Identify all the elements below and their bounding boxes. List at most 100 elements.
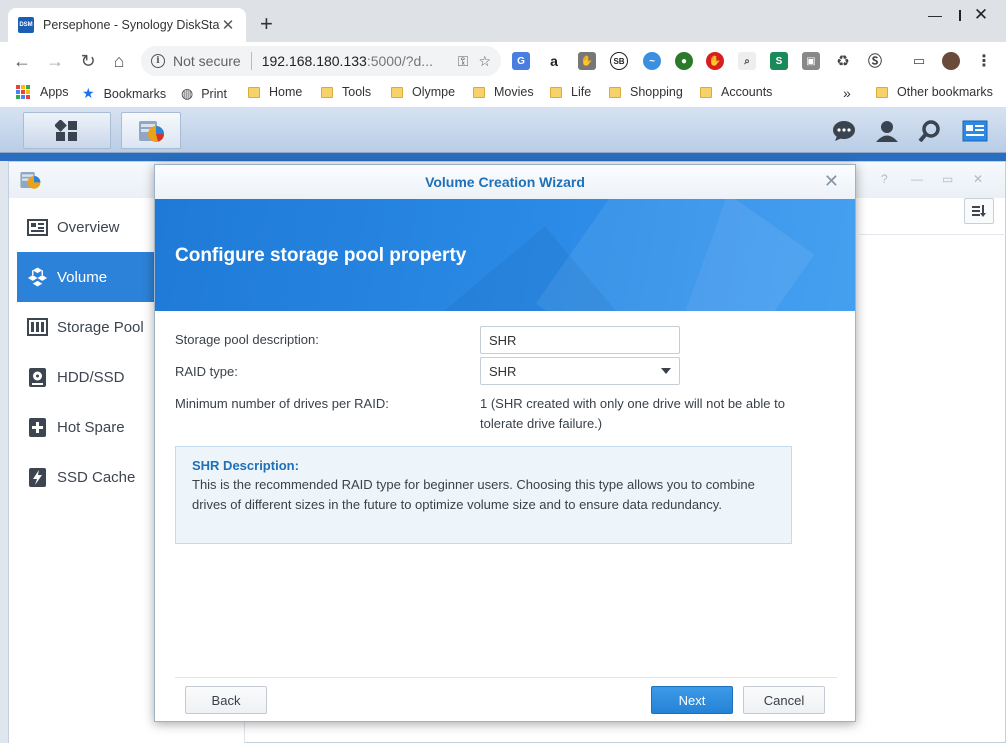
amazon-extension-icon[interactable]: a	[545, 52, 563, 70]
hdd-icon	[27, 367, 48, 387]
close-icon[interactable]: ✕	[824, 171, 839, 192]
storage-manager-task-button[interactable]	[121, 112, 181, 149]
globe-icon: ◍	[181, 85, 194, 101]
maximize-icon[interactable]	[914, 0, 961, 30]
hot-spare-icon	[27, 417, 48, 437]
window-maximize-icon[interactable]: ▭	[942, 172, 953, 186]
bookmark-label: Movies	[494, 85, 534, 99]
forward-arrow-icon[interactable]: →	[43, 50, 67, 72]
sidebar-item-label: Overview	[57, 218, 120, 236]
s-extension-icon[interactable]: S	[770, 52, 788, 70]
wizard-heading: Configure storage pool property	[175, 245, 467, 266]
folder-icon	[248, 86, 260, 98]
url-path: :5000/?d...	[366, 53, 433, 69]
hand-extension-icon[interactable]: ✋	[578, 52, 596, 70]
sidebar-item-label: HDD/SSD	[57, 368, 125, 386]
dsm-favicon-icon: DSM	[18, 17, 34, 33]
skype-extension-icon[interactable]: Ⓢ	[866, 52, 884, 70]
address-bar[interactable]: i Not secure 192.168.180.133 :5000/?d...…	[141, 46, 501, 76]
folder-icon	[609, 86, 621, 98]
user-icon[interactable]	[875, 119, 899, 143]
storage-pool-icon	[27, 318, 48, 337]
tab-close-icon[interactable]: ✕	[220, 16, 236, 34]
window-close-icon[interactable]: ✕	[958, 0, 1004, 30]
browser-menu-icon[interactable]: ⋮	[975, 52, 993, 70]
main-menu-button[interactable]	[23, 112, 111, 149]
sb-extension-icon[interactable]: SB	[610, 52, 628, 70]
bookmark-shopping[interactable]: Shopping	[609, 85, 683, 99]
browser-toolbar: ← → ↻ ⌂ i Not secure 192.168.180.133 :50…	[0, 42, 1006, 80]
bookmark-life[interactable]: Life	[550, 85, 591, 99]
bookmark-label: Apps	[40, 85, 69, 99]
back-button[interactable]: Back	[185, 686, 267, 714]
bookmark-label: Tools	[342, 85, 372, 99]
min-drives-value: 1 (SHR created with only one drive will …	[480, 396, 785, 431]
bookmark-label: Print	[201, 86, 227, 101]
bookmarks-overflow-chevron[interactable]: »	[843, 85, 851, 101]
bookmark-bookmarks[interactable]: ★ Bookmarks	[82, 85, 166, 102]
url-host: 192.168.180.133	[261, 53, 367, 69]
cast-icon[interactable]: ▭	[910, 52, 928, 70]
widgets-icon[interactable]	[962, 119, 988, 143]
wizard-titlebar: Volume Creation Wizard ✕	[155, 165, 855, 199]
reload-icon[interactable]: ↻	[76, 50, 100, 72]
info-icon[interactable]: i	[151, 54, 165, 68]
raid-description-box: SHR Description: This is the recommended…	[175, 446, 792, 544]
volume-icon	[27, 267, 48, 287]
security-label: Not secure	[173, 53, 241, 69]
footer-divider	[175, 677, 837, 678]
content-divider	[859, 234, 1006, 235]
star-icon[interactable]: ☆	[478, 53, 491, 70]
globe-extension-icon[interactable]: ●	[675, 52, 693, 70]
next-button[interactable]: Next	[651, 686, 733, 714]
bookmark-tools[interactable]: Tools	[321, 85, 371, 99]
raid-type-select[interactable]: SHR	[480, 357, 680, 385]
bookmark-olympe[interactable]: Olympe	[391, 85, 455, 99]
sort-button[interactable]	[964, 198, 994, 224]
window-minimize-icon[interactable]: —	[911, 172, 923, 186]
bookmark-accounts[interactable]: Accounts	[700, 85, 772, 99]
raid-description-text: This is the recommended RAID type for be…	[192, 477, 755, 512]
pulse-extension-icon[interactable]: ~	[643, 52, 661, 70]
folder-icon	[876, 86, 888, 98]
sidebar-item-label: Volume	[57, 268, 108, 286]
cards-extension-icon[interactable]: ▣	[802, 52, 820, 70]
storage-pool-description-input[interactable]	[480, 326, 680, 354]
bookmark-movies[interactable]: Movies	[473, 85, 534, 99]
stop-extension-icon[interactable]: ✋	[706, 52, 724, 70]
translate-extension-icon[interactable]: G	[512, 52, 530, 70]
bookmark-print[interactable]: ◍ Print	[181, 85, 227, 102]
main-menu-icon	[55, 119, 77, 141]
help-icon[interactable]: ?	[881, 172, 888, 186]
sidebar-item-label: Storage Pool	[57, 318, 144, 336]
wizard-title: Volume Creation Wizard	[425, 174, 585, 190]
search-icon[interactable]	[918, 119, 942, 143]
bookmark-apps[interactable]: Apps	[16, 85, 69, 99]
browser-tab[interactable]: DSM Persephone - Synology DiskStatio ✕	[8, 8, 246, 42]
bookmark-label: Other bookmarks	[897, 85, 993, 99]
ssd-cache-icon	[27, 467, 48, 487]
bookmark-label: Home	[269, 85, 303, 99]
back-arrow-icon[interactable]: ←	[10, 50, 34, 72]
new-tab-icon[interactable]: +	[260, 13, 273, 35]
sort-icon	[972, 205, 986, 217]
bookmark-home[interactable]: Home	[248, 85, 302, 99]
storage-manager-icon	[20, 172, 41, 189]
min-drives-label: Minimum number of drives per RAID:	[175, 396, 389, 411]
home-icon[interactable]: ⌂	[107, 50, 131, 72]
window-close-icon[interactable]: ✕	[973, 172, 983, 186]
volume-creation-wizard: Volume Creation Wizard ✕ Configure stora…	[154, 164, 856, 722]
raid-type-value: SHR	[489, 363, 517, 379]
cancel-button[interactable]: Cancel	[743, 686, 825, 714]
bookmark-label: Accounts	[721, 85, 773, 99]
bookmark-other[interactable]: Other bookmarks	[876, 85, 993, 99]
profile-avatar[interactable]	[942, 52, 960, 70]
magnifier-extension-icon[interactable]: ⌕	[738, 52, 756, 70]
bookmark-label: Olympe	[412, 85, 456, 99]
chevron-down-icon	[661, 368, 671, 374]
key-icon[interactable]: ⚿	[458, 53, 469, 70]
notification-icon[interactable]	[832, 119, 856, 143]
recycle-extension-icon[interactable]: ♻	[834, 52, 852, 70]
folder-icon	[321, 86, 333, 98]
apps-grid-icon	[16, 85, 30, 99]
